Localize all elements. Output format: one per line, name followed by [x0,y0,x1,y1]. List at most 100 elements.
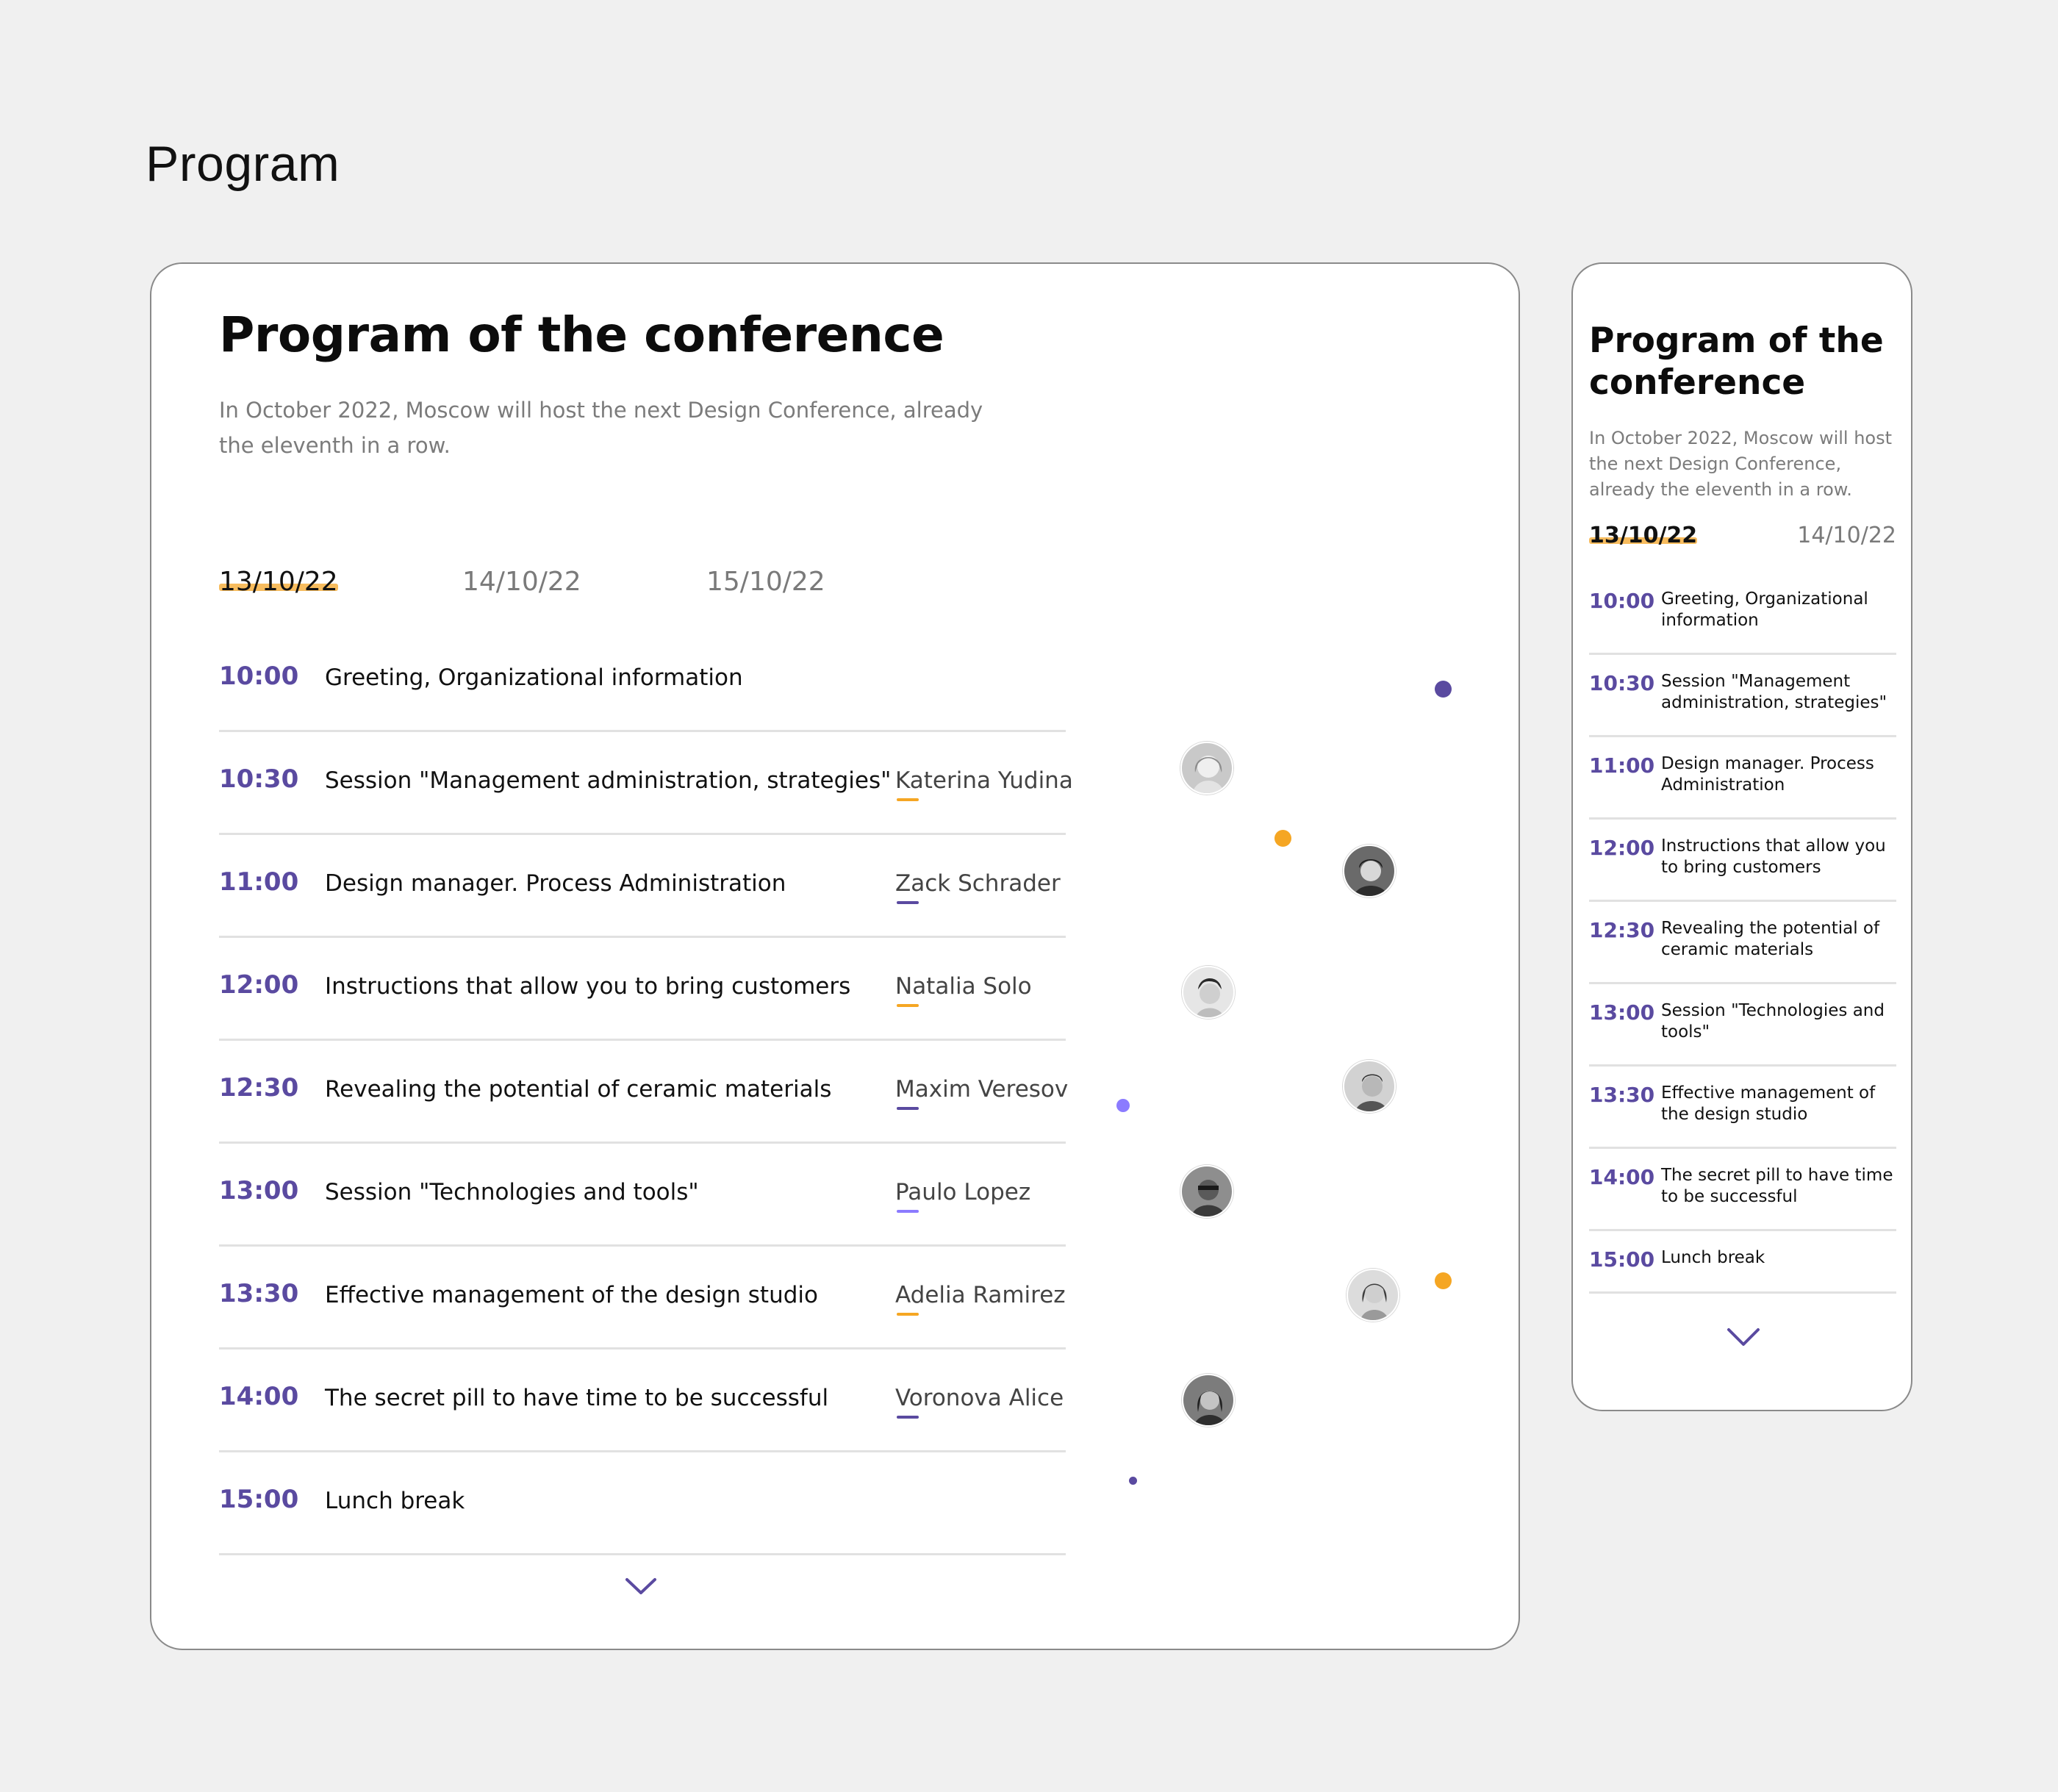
speaker-name: Voronova Alice [895,1385,1064,1411]
tab-label: 14/10/22 [462,567,581,597]
tab-date-14-10-22[interactable]: 14/10/22 [462,567,581,597]
speaker-link[interactable]: Maxim Veresov [895,1076,1069,1110]
speaker-link[interactable]: Voronova Alice [895,1385,1064,1419]
session-topic: Session "Technologies and tools" [325,1179,699,1205]
program-description: In October 2022, Moscow will host the ne… [1589,428,1893,500]
tab-label: 14/10/22 [1797,523,1896,548]
chevron-down-icon[interactable] [1726,1326,1761,1348]
session-topic: Design manager. Process Administration [325,870,786,897]
session-topic: Lunch break [1661,1248,1765,1267]
decor-dot [1116,1099,1130,1112]
speaker-avatar-natalia-solo[interactable] [1182,966,1235,1019]
tab-date-13-10-22[interactable]: 13/10/22 [219,567,338,597]
speaker-name: Natalia Solo [895,973,1032,1000]
decor-dot [1129,1477,1137,1485]
schedule-row[interactable]: 14:00 The secret pill to have time to be … [1589,1149,1896,1231]
tab-date-15-10-22[interactable]: 15/10/22 [706,567,825,597]
session-topic: Greeting, Organizational information [325,664,743,691]
tab-date-14-10-22[interactable]: 14/10/22 [1797,523,1896,548]
schedule-row[interactable]: 15:00 Lunch break [219,1452,1066,1555]
schedule-row[interactable]: 10:30 Session "Management administration… [219,732,1073,835]
speaker-avatar-zack-schrader[interactable] [1343,845,1396,897]
program-title: Program of the conference [1589,320,1884,403]
speaker-avatar-paulo-lopez[interactable] [1180,1165,1233,1218]
session-time: 11:00 [1589,753,1655,778]
schedule-row[interactable]: 12:00 Instructions that allow you to brin… [1589,820,1896,902]
speaker-name: Maxim Veresov [895,1076,1069,1103]
tab-label: 13/10/22 [1589,523,1698,548]
session-time: 14:00 [1589,1165,1655,1189]
schedule-row[interactable]: 10:00 Greeting, Organizational informatio… [1589,573,1896,655]
speaker-name: Zack Schrader [895,870,1061,897]
session-topic: Design manager. Process Administration [1661,754,1874,795]
schedule-row[interactable]: 12:30 Revealing the potential of ceramic … [1589,902,1896,984]
schedule-row[interactable]: 10:00 Greeting, Organizational informati… [219,629,1066,732]
speaker-link[interactable]: Katerina Yudina [895,767,1073,801]
tab-label: 15/10/22 [706,567,825,597]
session-topic: Revealing the potential of ceramic mater… [325,1076,832,1103]
session-time: 15:00 [219,1485,299,1514]
session-time: 15:00 [1589,1247,1655,1272]
schedule-row[interactable]: 13:30 Effective management of the design… [219,1247,1066,1350]
session-time: 10:30 [1589,671,1655,695]
session-time: 10:00 [1589,589,1655,613]
schedule-row[interactable]: 13:00 Session "Technologies and tools" P… [219,1144,1066,1247]
schedule-list: 10:00 Greeting, Organizational informatio… [1589,573,1896,1294]
session-time: 12:00 [1589,836,1655,860]
schedule-list: 10:00 Greeting, Organizational informati… [219,629,1073,1555]
schedule-row[interactable]: 10:30 Session "Management administration,… [1589,655,1896,737]
session-topic: The secret pill to have time to be succe… [1661,1166,1893,1206]
speaker-avatar-maxim-veresov[interactable] [1343,1060,1396,1113]
session-topic: Instructions that allow you to bring cus… [325,973,851,1000]
decor-dot [1435,681,1452,698]
mobile-program-card: Program of the conference In October 202… [1571,262,1912,1411]
session-topic: Session "Management administration, stra… [325,767,892,794]
session-time: 13:30 [219,1279,299,1308]
speaker-underline [897,1004,919,1007]
speaker-name: Paulo Lopez [895,1179,1031,1205]
session-topic: Revealing the potential of ceramic mater… [1661,919,1880,959]
session-time: 12:00 [219,970,299,1000]
chevron-down-icon[interactable] [625,1577,657,1597]
session-time: 13:00 [219,1176,299,1205]
date-tabs: 13/10/22 14/10/22 [1589,523,1896,559]
speaker-avatar-katerina-yudina[interactable] [1180,742,1233,795]
schedule-row[interactable]: 14:00 The secret pill to have time to be… [219,1350,1066,1452]
session-topic: Session "Technologies and tools" [1661,1001,1885,1042]
schedule-row[interactable]: 12:30 Revealing the potential of ceramic… [219,1041,1069,1144]
schedule-row[interactable]: 13:30 Effective management of the design … [1589,1067,1896,1149]
session-time: 11:00 [219,867,299,897]
session-time: 12:30 [219,1073,299,1103]
speaker-link[interactable]: Zack Schrader [895,870,1061,904]
program-title: Program of the conference [219,307,944,363]
speaker-underline [897,901,919,904]
speaker-link[interactable]: Adelia Ramirez [895,1282,1066,1316]
decor-dot [1274,830,1291,847]
speaker-underline [897,1210,919,1213]
program-description: In October 2022, Moscow will host the ne… [219,398,983,458]
desktop-program-card: Program of the conference In October 202… [150,262,1520,1650]
speaker-link[interactable]: Natalia Solo [895,973,1032,1007]
session-topic: Effective management of the design studi… [325,1282,818,1308]
session-time: 13:00 [1589,1000,1655,1025]
speaker-underline [897,798,919,801]
speaker-underline [897,1313,919,1316]
session-time: 13:30 [1589,1083,1655,1107]
schedule-row[interactable]: 13:00 Session "Technologies and tools" [1589,984,1896,1067]
page-heading: Program [146,136,340,192]
speaker-avatar-adelia-ramirez[interactable] [1347,1269,1399,1322]
speaker-name: Adelia Ramirez [895,1282,1066,1308]
session-topic: Session "Management administration, stra… [1661,672,1887,712]
session-topic: Lunch break [325,1488,465,1514]
schedule-row[interactable]: 11:00 Design manager. Process Administra… [219,835,1066,938]
schedule-row[interactable]: 12:00 Instructions that allow you to bri… [219,938,1066,1041]
speaker-avatar-voronova-alice[interactable] [1182,1374,1235,1427]
speaker-link[interactable]: Paulo Lopez [895,1179,1031,1213]
schedule-row[interactable]: 15:00 Lunch break [1589,1231,1896,1294]
speaker-underline [897,1107,919,1110]
session-time: 12:30 [1589,918,1655,942]
session-time: 10:00 [219,662,299,691]
session-topic: Greeting, Organizational information [1661,589,1868,630]
schedule-row[interactable]: 11:00 Design manager. Process Administrat… [1589,737,1896,820]
tab-date-13-10-22[interactable]: 13/10/22 [1589,523,1698,548]
